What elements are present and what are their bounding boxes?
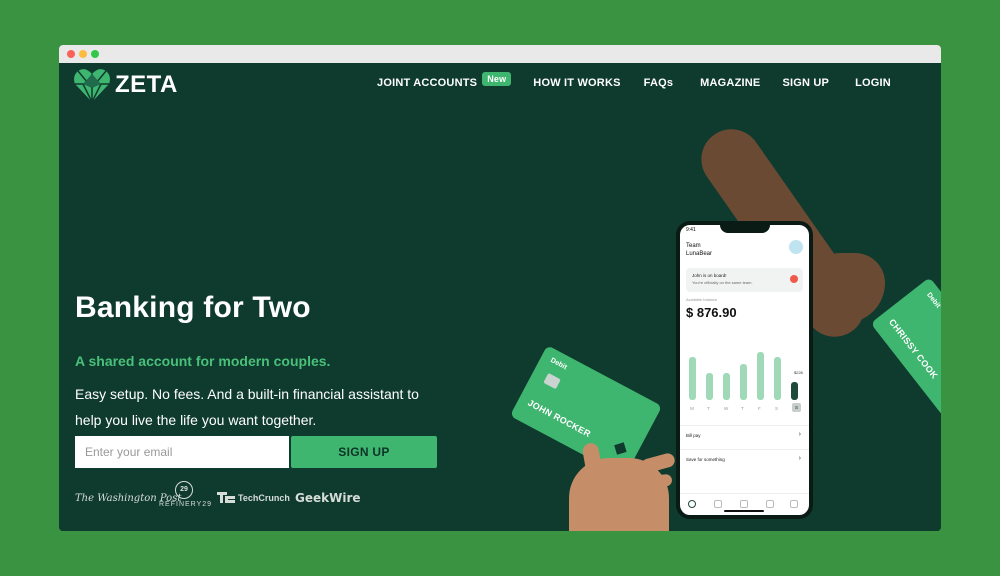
spending-amount-tag: $226 <box>794 370 803 375</box>
spending-bar <box>723 373 730 400</box>
notice-close-icon <box>790 275 798 283</box>
chat-tab-icon <box>766 500 774 508</box>
phone-team-name: Team LunaBear <box>686 242 712 258</box>
main-nav: JOINT ACCOUNTS New HOW IT WORKS FAQs MAG… <box>377 72 891 90</box>
browser-chrome <box>59 45 941 63</box>
team-name: LunaBear <box>686 251 713 257</box>
spending-bar <box>791 382 798 400</box>
email-input[interactable] <box>75 436 289 468</box>
weekday-label: W <box>724 406 729 411</box>
balance-amount: $ 876.90 <box>686 305 737 320</box>
left-hand-finger <box>643 473 673 489</box>
refinery29-wordmark: REFINERY29 <box>159 501 213 508</box>
weekday-label: T <box>707 406 710 411</box>
weekday-labels: MTWTFSS <box>686 403 803 415</box>
cardholder-name: JOHN ROCKER <box>526 397 593 440</box>
website: ZETA JOINT ACCOUNTS New HOW IT WORKS FAQ… <box>59 63 941 531</box>
nav-faqs[interactable]: FAQs <box>644 77 674 89</box>
notice-body: You're officially on the same team. <box>692 280 753 285</box>
card-type-label: Debit <box>549 356 568 372</box>
refinery29-logo: 29 REFINERY29 <box>159 481 213 508</box>
phone-tab-bar <box>680 493 809 515</box>
nav-joint-accounts-label: JOINT ACCOUNTS <box>377 77 478 89</box>
maximize-window-button[interactable] <box>91 50 99 58</box>
avatar <box>789 240 803 254</box>
weekday-label: S <box>792 403 802 412</box>
calendar-tab-icon <box>714 500 722 508</box>
hero-subtitle: A shared account for modern couples. <box>75 353 331 369</box>
geekwire-logo: GeekWire <box>295 491 361 505</box>
nav-how-it-works[interactable]: HOW IT WORKS <box>533 77 620 89</box>
team-label: Team <box>686 243 701 249</box>
weekday-label: M <box>690 406 694 411</box>
balance-label: Available balance <box>686 297 718 302</box>
minimize-window-button[interactable] <box>79 50 87 58</box>
nav-sign-up[interactable]: SIGN UP <box>782 77 829 89</box>
spending-bar <box>740 364 747 400</box>
notice-title: John is on board! <box>692 273 727 278</box>
card-tab-icon <box>740 500 748 508</box>
nav-magazine[interactable]: MAGAZINE <box>700 77 760 89</box>
spending-bar <box>706 373 713 400</box>
techcrunch-logo: TechCrunch <box>217 492 290 503</box>
nav-login[interactable]: LOGIN <box>855 77 891 89</box>
hero-title: Banking for Two <box>75 291 311 324</box>
spending-bar <box>757 352 764 400</box>
weekday-label: F <box>758 406 761 411</box>
techcrunch-wordmark: TechCrunch <box>238 492 290 503</box>
chevron-right-icon: › <box>798 455 801 462</box>
home-indicator <box>724 510 764 512</box>
spending-bar <box>689 357 696 400</box>
zeta-heart-icon <box>614 442 627 455</box>
inbox-tab-icon <box>790 500 798 508</box>
chevron-right-icon: › <box>798 431 801 438</box>
nav-joint-accounts[interactable]: JOINT ACCOUNTS New <box>377 72 512 90</box>
hero-description: Easy setup. No fees. And a built-in fina… <box>75 386 419 428</box>
zeta-logo[interactable]: ZETA <box>73 67 178 103</box>
phone-notice-card: John is on board! You're officially on t… <box>686 268 803 292</box>
bill-pay-label: Bill pay <box>686 433 701 438</box>
refinery29-mark: 29 <box>175 481 193 499</box>
brand-name: ZETA <box>115 71 178 98</box>
card-type-label: Debit <box>925 291 941 310</box>
save-for-something-row: Save for something › <box>680 449 809 469</box>
phone-mockup: 9:41 Team LunaBear John is on board! You… <box>676 221 813 519</box>
heart-logo-icon <box>74 69 110 103</box>
phone-notch <box>720 225 770 233</box>
new-badge: New <box>482 72 512 86</box>
phone-time: 9:41 <box>686 227 696 233</box>
bill-pay-row: Bill pay › <box>680 425 809 445</box>
dollar-tab-icon <box>688 500 696 508</box>
cardholder-name: CHRISSY COOK <box>886 317 940 381</box>
spending-bar <box>774 357 781 400</box>
spending-bar-chart <box>686 330 803 400</box>
weekday-label: S <box>775 406 779 411</box>
signup-button[interactable]: SIGN UP <box>291 436 437 468</box>
save-for-something-label: Save for something <box>686 457 725 462</box>
browser-window: ZETA JOINT ACCOUNTS New HOW IT WORKS FAQ… <box>59 45 941 531</box>
weekday-label: T <box>741 406 744 411</box>
techcrunch-icon <box>217 492 235 503</box>
close-window-button[interactable] <box>67 50 75 58</box>
card-chip-icon <box>543 372 561 390</box>
